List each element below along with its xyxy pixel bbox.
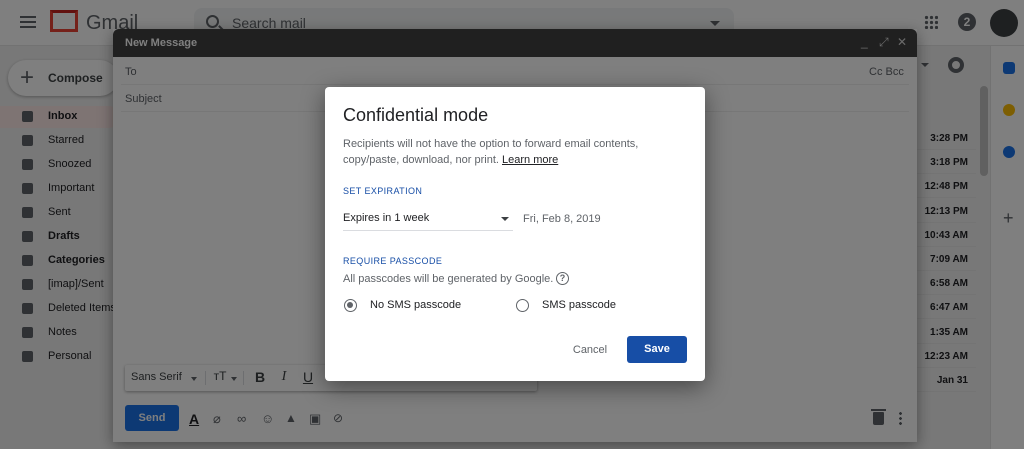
expiration-value: Expires in 1 week: [343, 212, 430, 224]
passcode-note: All passcodes will be generated by Googl…: [343, 273, 554, 285]
dialog-description: Recipients will not have the option to f…: [343, 136, 683, 168]
save-button[interactable]: Save: [627, 336, 687, 363]
no-sms-passcode-radio[interactable]: [344, 299, 357, 312]
expiration-date: Fri, Feb 8, 2019: [523, 213, 601, 225]
help-circle-icon[interactable]: ?: [556, 272, 569, 285]
learn-more-link[interactable]: Learn more: [502, 154, 558, 166]
sms-passcode-label[interactable]: SMS passcode: [542, 299, 616, 311]
chevron-down-icon: [501, 217, 509, 221]
passcode-heading: REQUIRE PASSCODE: [343, 256, 443, 266]
dialog-description-text: Recipients will not have the option to f…: [343, 138, 639, 166]
dialog-title: Confidential mode: [343, 105, 489, 125]
no-sms-passcode-label[interactable]: No SMS passcode: [370, 299, 461, 311]
confidential-mode-dialog: Confidential mode Recipients will not ha…: [325, 87, 705, 381]
sms-passcode-radio[interactable]: [516, 299, 529, 312]
expiration-select[interactable]: Expires in 1 week: [343, 212, 513, 231]
cancel-button[interactable]: Cancel: [565, 337, 615, 363]
expiration-heading: SET EXPIRATION: [343, 186, 423, 196]
